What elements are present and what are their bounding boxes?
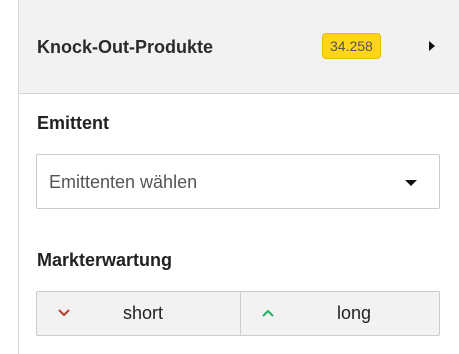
short-button-label: short <box>123 303 164 323</box>
caret-down-icon <box>405 180 417 186</box>
chevron-up-icon <box>262 309 274 317</box>
panel-title: Knock-Out-Produkte <box>37 37 214 57</box>
knockout-filter-panel: Knock-Out-Produkte 34.258 Emittent Emitt… <box>18 0 459 354</box>
product-count-badge: 34.258 <box>322 33 381 59</box>
issuer-select[interactable]: Emittenten wählen <box>36 154 440 209</box>
market-expectation-label: Markterwartung <box>37 250 173 270</box>
chevron-down-icon <box>58 309 70 317</box>
arrow-right-icon[interactable] <box>429 41 435 51</box>
short-button[interactable]: short <box>36 291 240 336</box>
long-button-label: long <box>337 303 372 323</box>
issuer-label: Emittent <box>37 113 109 133</box>
panel-header[interactable]: Knock-Out-Produkte 34.258 <box>19 0 459 94</box>
issuer-select-placeholder: Emittenten wählen <box>49 172 198 192</box>
long-button[interactable]: long <box>240 291 440 336</box>
